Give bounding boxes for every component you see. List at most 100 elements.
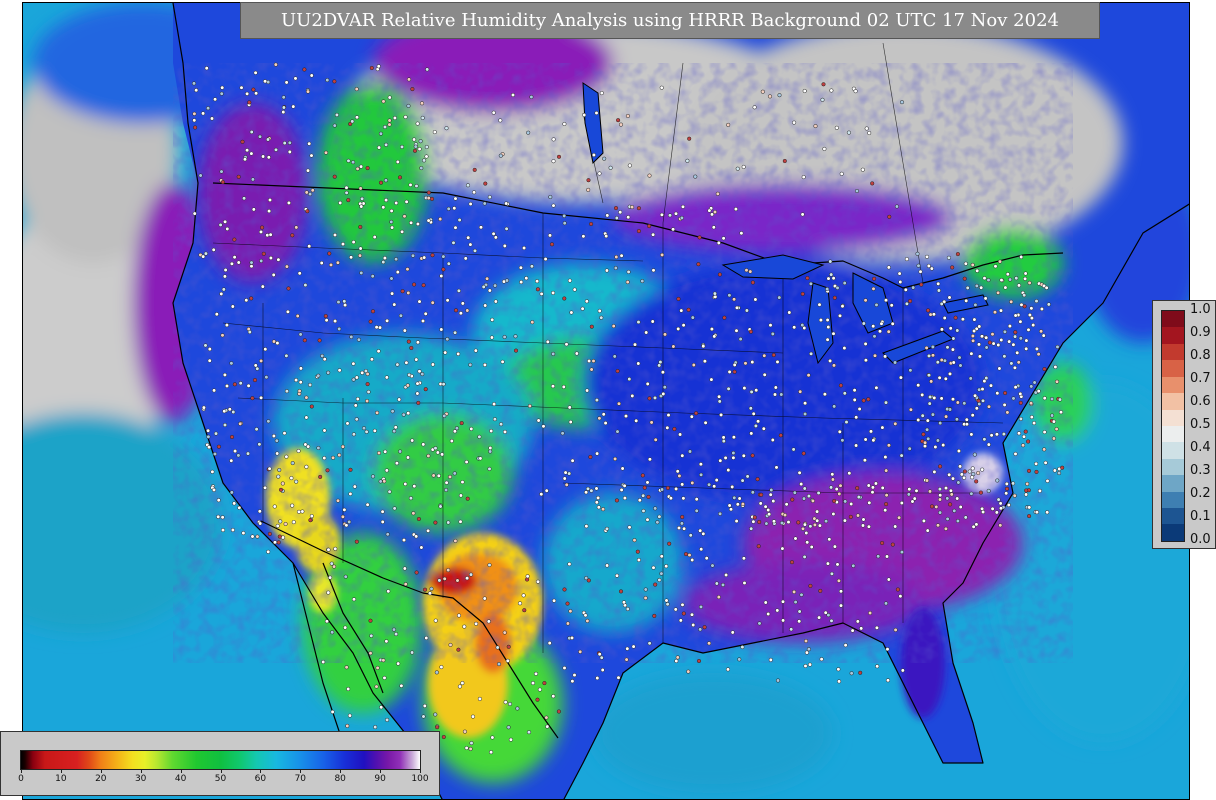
station-marker bbox=[504, 201, 509, 206]
station-marker bbox=[261, 251, 266, 256]
station-marker bbox=[209, 116, 215, 121]
station-marker bbox=[1011, 396, 1016, 401]
station-marker bbox=[211, 487, 217, 492]
station-marker bbox=[508, 737, 513, 742]
station-marker bbox=[385, 532, 390, 537]
station-marker bbox=[995, 391, 1000, 396]
station-marker bbox=[603, 421, 608, 426]
station-marker bbox=[439, 273, 444, 279]
station-marker bbox=[389, 208, 394, 213]
station-marker bbox=[441, 267, 446, 272]
station-marker bbox=[374, 684, 379, 689]
station-marker bbox=[974, 283, 979, 288]
station-marker bbox=[618, 589, 624, 594]
station-marker bbox=[519, 280, 524, 285]
station-marker bbox=[681, 323, 686, 328]
station-marker bbox=[721, 435, 726, 440]
station-marker bbox=[290, 233, 295, 238]
station-marker bbox=[1043, 460, 1048, 465]
station-marker bbox=[518, 265, 523, 270]
station-marker bbox=[921, 518, 926, 523]
station-marker bbox=[698, 604, 704, 609]
station-marker bbox=[445, 298, 450, 303]
station-marker bbox=[304, 190, 309, 195]
station-marker bbox=[958, 464, 963, 469]
station-marker bbox=[545, 339, 550, 344]
station-marker bbox=[584, 299, 589, 304]
station-marker bbox=[502, 429, 508, 434]
station-marker bbox=[671, 344, 676, 349]
station-marker bbox=[222, 409, 227, 414]
station-marker bbox=[456, 351, 461, 356]
station-marker bbox=[446, 520, 451, 525]
station-marker bbox=[395, 270, 400, 275]
station-marker bbox=[385, 717, 390, 722]
station-marker bbox=[748, 329, 753, 334]
station-marker bbox=[414, 534, 419, 539]
station-marker bbox=[1013, 334, 1018, 339]
station-marker bbox=[974, 406, 979, 411]
station-marker bbox=[719, 412, 724, 417]
station-marker bbox=[789, 560, 795, 565]
station-marker bbox=[1007, 339, 1012, 344]
station-marker bbox=[951, 336, 956, 341]
station-marker bbox=[1024, 346, 1029, 351]
station-marker bbox=[491, 231, 496, 236]
station-marker bbox=[347, 713, 352, 718]
station-marker bbox=[1029, 415, 1034, 420]
station-marker bbox=[393, 425, 398, 430]
station-marker bbox=[444, 126, 449, 131]
skill-colorbar-tick-label: 0.5 bbox=[1190, 417, 1211, 432]
station-marker bbox=[1027, 312, 1032, 318]
station-marker bbox=[740, 502, 745, 507]
station-marker bbox=[595, 676, 600, 681]
station-marker bbox=[821, 82, 826, 87]
station-marker bbox=[206, 428, 211, 433]
station-marker bbox=[291, 520, 296, 525]
station-marker bbox=[380, 519, 385, 524]
station-marker bbox=[883, 354, 888, 359]
station-marker bbox=[777, 93, 782, 98]
station-marker bbox=[599, 315, 604, 320]
station-marker bbox=[691, 362, 696, 368]
station-marker bbox=[547, 641, 552, 646]
station-marker bbox=[625, 113, 630, 119]
station-marker bbox=[955, 400, 960, 405]
station-marker bbox=[348, 467, 353, 472]
station-marker bbox=[827, 537, 832, 542]
station-marker bbox=[247, 329, 252, 335]
rh-colorbar-tick-label: 60 bbox=[254, 774, 267, 784]
station-marker bbox=[686, 307, 691, 312]
station-marker bbox=[381, 260, 386, 265]
station-marker bbox=[689, 612, 695, 617]
station-marker bbox=[1027, 280, 1032, 285]
station-marker bbox=[1054, 427, 1059, 432]
station-marker bbox=[880, 425, 885, 430]
station-marker bbox=[725, 667, 731, 672]
station-marker bbox=[937, 487, 942, 492]
station-marker bbox=[675, 469, 680, 474]
station-marker bbox=[365, 382, 370, 387]
station-marker bbox=[354, 417, 359, 422]
station-marker bbox=[879, 321, 884, 326]
station-marker bbox=[626, 215, 631, 220]
station-marker bbox=[533, 671, 539, 676]
station-marker bbox=[884, 493, 889, 498]
station-marker bbox=[995, 478, 1000, 483]
station-marker bbox=[832, 295, 837, 300]
station-marker bbox=[591, 358, 596, 364]
station-marker bbox=[334, 112, 339, 117]
station-marker bbox=[641, 493, 646, 498]
station-marker bbox=[344, 523, 349, 528]
station-marker bbox=[926, 263, 931, 268]
station-marker bbox=[986, 488, 991, 493]
rh-colorbar-tickmark bbox=[140, 769, 142, 773]
station-marker bbox=[618, 210, 623, 215]
station-marker bbox=[422, 255, 427, 260]
station-marker bbox=[757, 519, 762, 525]
station-marker bbox=[309, 153, 314, 158]
station-marker bbox=[929, 379, 934, 384]
station-marker bbox=[721, 439, 726, 444]
station-marker bbox=[835, 562, 840, 567]
station-marker bbox=[930, 353, 936, 358]
